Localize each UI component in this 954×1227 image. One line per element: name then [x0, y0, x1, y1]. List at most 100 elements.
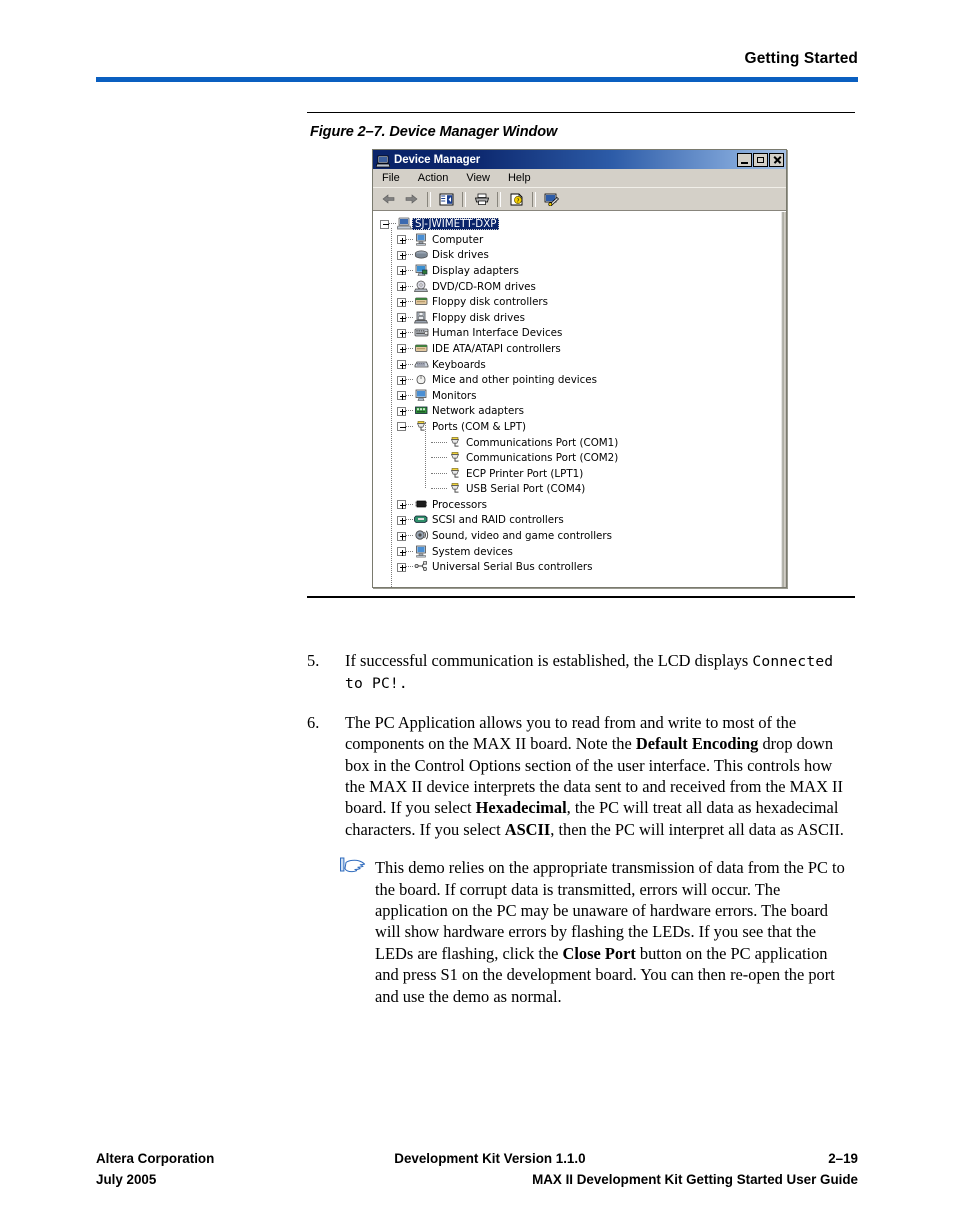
menu-file[interactable]: File [382, 172, 400, 184]
tree-connector [406, 566, 413, 568]
tree-item-keyboards[interactable]: Keyboards [379, 357, 786, 373]
tree-item-ports[interactable]: Ports (COM & LPT) [379, 419, 786, 435]
step-text: If successful communication is establish… [345, 650, 855, 695]
footer-date: July 2005 [96, 1172, 157, 1187]
tree-item-label: SCSI and RAID controllers [432, 514, 564, 527]
forward-icon[interactable] [401, 190, 422, 209]
tree-item-mice-and-other-pointing-devices[interactable]: Mice and other pointing devices [379, 372, 786, 388]
expander-icon[interactable] [380, 219, 389, 229]
tree-item-scsi-and-raid-controllers[interactable]: SCSI and RAID controllers [379, 513, 786, 529]
tree-item-label: Network adapters [432, 405, 524, 418]
tree-item-label: Disk drives [432, 249, 489, 262]
controller-icon [414, 342, 429, 356]
back-icon[interactable] [378, 190, 399, 209]
tree-item-dvd-cdrom-drives[interactable]: DVD/CD-ROM drives [379, 279, 786, 295]
tree-item-monitors[interactable]: Monitors [379, 388, 786, 404]
processor-icon [414, 498, 429, 512]
footer-row-1: Altera Corporation Development Kit Versi… [96, 1148, 858, 1169]
list-item-step-5: 5. If successful communication is establ… [307, 650, 855, 695]
help-icon[interactable]: ? [506, 190, 527, 209]
expander-icon[interactable] [397, 515, 406, 525]
tree-item-disk-drives[interactable]: Disk drives [379, 248, 786, 264]
note-text: This demo relies on the appropriate tran… [375, 857, 855, 1007]
tree-connector [431, 472, 447, 475]
page-header-title: Getting Started [744, 50, 858, 67]
toolbar-separator [532, 191, 536, 207]
tree-item-sound-video-game-controllers[interactable]: Sound, video and game controllers [379, 528, 786, 544]
tree-item-universal-serial-bus-controllers[interactable]: Universal Serial Bus controllers [379, 559, 786, 575]
menu-help[interactable]: Help [508, 172, 531, 184]
scan-hardware-icon[interactable] [541, 190, 562, 209]
scsi-icon [414, 513, 429, 527]
tree-root-node[interactable]: SJ-JWIMETT-DXP [379, 216, 786, 232]
port-icon [448, 451, 463, 465]
tree-item-network-adapters[interactable]: Network adapters [379, 404, 786, 420]
tree-item-label: Ports (COM & LPT) [432, 420, 527, 433]
cdrom-icon [413, 280, 429, 294]
expander-icon[interactable] [397, 250, 406, 260]
expander-icon[interactable] [397, 406, 406, 416]
tree-item-ecp-printer-port-lpt1[interactable]: ECP Printer Port (LPT1) [379, 466, 786, 482]
print-icon[interactable] [471, 190, 492, 209]
note-bold-close-port: Close Port [562, 943, 636, 963]
window-controls [737, 152, 784, 167]
tree-connector [406, 503, 413, 506]
maximize-button[interactable] [753, 152, 768, 167]
tree-connector [406, 379, 413, 381]
tree-item-usb-serial-port-com4[interactable]: USB Serial Port (COM4) [379, 481, 786, 497]
tree-item-display-adapters[interactable]: Display adapters [379, 263, 786, 279]
expander-icon[interactable] [397, 266, 406, 276]
tree-connector-line [391, 228, 392, 588]
expander-icon[interactable] [397, 297, 406, 307]
tree-root-label: SJ-JWIMETT-DXP [412, 218, 499, 231]
expander-icon[interactable] [397, 375, 406, 385]
tree-connector [406, 410, 413, 412]
expander-icon[interactable] [397, 328, 406, 338]
menubar: File Action View Help [373, 169, 786, 189]
tree-item-label: USB Serial Port (COM4) [466, 483, 586, 496]
tree-item-ide-ata-atapi-controllers[interactable]: IDE ATA/ATAPI controllers [379, 341, 786, 357]
tree-item-label: Keyboards [432, 358, 486, 371]
window-title: Device Manager [394, 153, 481, 166]
expander-icon[interactable] [397, 422, 406, 432]
expander-icon[interactable] [397, 500, 406, 510]
tree-item-system-devices[interactable]: System devices [379, 544, 786, 560]
computer-icon [375, 153, 391, 168]
tree-item-floppy-disk-controllers[interactable]: Floppy disk controllers [379, 294, 786, 310]
tree-connector [406, 332, 413, 334]
expander-icon[interactable] [397, 360, 406, 370]
tree-item-computer[interactable]: Computer [379, 232, 786, 248]
expander-icon[interactable] [397, 391, 406, 401]
port-icon [414, 420, 429, 434]
toolbar-separator [497, 191, 501, 207]
tree-item-human-interface-devices[interactable]: Human Interface Devices [379, 326, 786, 342]
menu-view[interactable]: View [466, 172, 490, 184]
tree-item-communications-port-com1[interactable]: Communications Port (COM1) [379, 435, 786, 451]
expander-icon[interactable] [397, 235, 406, 245]
step6-bold-default-encoding: Default Encoding [635, 734, 759, 754]
tree-connector [431, 488, 447, 490]
expander-icon[interactable] [397, 562, 406, 572]
computer-icon [396, 217, 413, 231]
properties-icon[interactable] [436, 190, 457, 209]
minimize-button[interactable] [737, 152, 752, 167]
tree-item-processors[interactable]: Processors [379, 497, 786, 513]
expander-icon[interactable] [397, 344, 406, 354]
tree-item-label: Communications Port (COM2) [466, 452, 619, 465]
tree-item-floppy-disk-drives[interactable]: Floppy disk drives [379, 310, 786, 326]
tree-item-communications-port-com2[interactable]: Communications Port (COM2) [379, 450, 786, 466]
menu-action[interactable]: Action [418, 172, 449, 184]
network-icon [414, 404, 429, 418]
step6-bold-ascii: ASCII [504, 819, 551, 839]
tree-connector [389, 223, 396, 225]
expander-icon[interactable] [397, 313, 406, 323]
expander-icon[interactable] [397, 531, 406, 541]
page-footer: Altera Corporation Development Kit Versi… [96, 1148, 858, 1190]
close-button[interactable] [769, 152, 784, 167]
header-rule [96, 77, 858, 82]
tree-item-label: Display adapters [432, 264, 519, 277]
expander-icon[interactable] [397, 282, 406, 292]
usb-icon [414, 560, 429, 574]
expander-icon[interactable] [397, 547, 406, 557]
tree-item-label: Processors [432, 498, 487, 511]
